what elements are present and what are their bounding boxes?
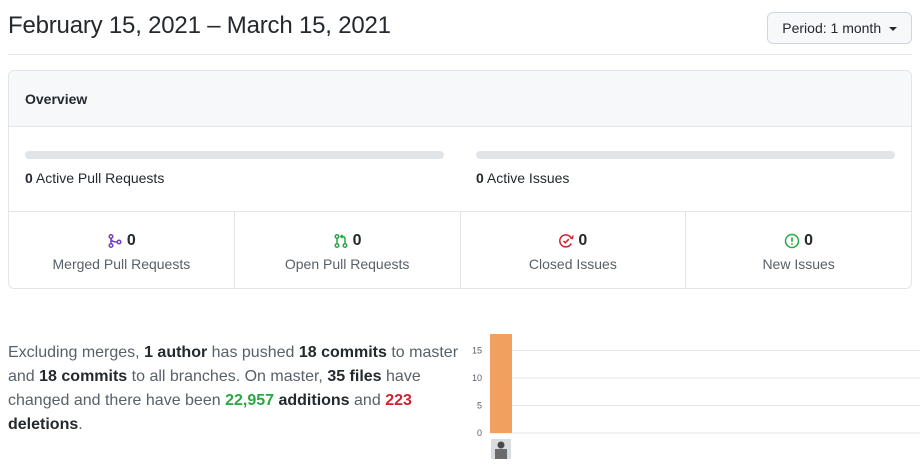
overview-title: Overview xyxy=(25,91,88,107)
overview-box: Overview 0 Active Pull Requests 0 Active… xyxy=(8,70,912,289)
additions-label: additions xyxy=(278,392,350,409)
open-pr-count: 0 xyxy=(352,232,362,249)
stat-open-pull-requests[interactable]: 0 Open Pull Requests xyxy=(235,212,461,288)
closed-issues-count: 0 xyxy=(578,232,588,249)
commit-summary-text: Excluding merges, 1 author has pushed 18… xyxy=(8,341,468,437)
summary-text: has pushed xyxy=(211,344,295,361)
new-issues-count: 0 xyxy=(804,232,814,249)
closed-issue-icon xyxy=(558,233,575,249)
open-pr-label: Open Pull Requests xyxy=(284,256,410,272)
activity-bars-row: 0 Active Pull Requests 0 Active Issues xyxy=(9,127,911,212)
authors-count: 1 author xyxy=(144,344,208,361)
y-tick-label: 5 xyxy=(477,401,482,411)
overview-header: Overview xyxy=(9,71,911,127)
stat-new-issues[interactable]: 0 New Issues xyxy=(686,212,911,288)
additions-count: 22,957 xyxy=(225,392,275,409)
merged-pr-icon xyxy=(107,233,123,249)
author-avatar[interactable] xyxy=(491,439,511,459)
stat-closed-issues[interactable]: 0 Closed Issues xyxy=(461,212,687,288)
period-label: Period: xyxy=(782,20,827,36)
open-pr-icon xyxy=(333,233,349,249)
summary-text: to all branches. On master, xyxy=(131,368,323,385)
deletions-label: deletions xyxy=(8,416,79,433)
summary-text: . xyxy=(78,416,83,433)
issues-progress-bar xyxy=(476,151,895,159)
commit-bar[interactable] xyxy=(490,334,512,433)
pull-requests-progress-bar xyxy=(25,151,444,159)
caret-down-icon xyxy=(889,27,897,32)
stat-merged-pull-requests[interactable]: 0 Merged Pull Requests xyxy=(9,212,235,288)
active-issues-summary[interactable]: 0 Active Issues xyxy=(476,170,569,186)
merged-pr-count: 0 xyxy=(126,232,136,249)
active-pull-requests-count: 0 xyxy=(25,170,33,186)
header: February 15, 2021 – March 15, 2021 Perio… xyxy=(8,0,912,55)
active-issues-count: 0 xyxy=(476,170,484,186)
y-tick-label: 0 xyxy=(477,428,482,438)
period-dropdown-button[interactable]: Period: 1 month xyxy=(767,12,912,44)
summary-text: Excluding merges, xyxy=(8,344,140,361)
period-value: 1 month xyxy=(830,20,882,36)
commits-master-count: 18 commits xyxy=(298,344,387,361)
new-issues-label: New Issues xyxy=(762,256,835,272)
new-issue-icon xyxy=(784,233,800,249)
y-tick-label: 10 xyxy=(472,373,482,383)
active-pull-requests-summary[interactable]: 0 Active Pull Requests xyxy=(25,170,164,186)
y-tick-label: 15 xyxy=(472,346,482,356)
stats-row: 0 Merged Pull Requests 0 Open Pull Reque… xyxy=(9,212,911,288)
closed-issues-label: Closed Issues xyxy=(528,256,617,272)
date-range-title: February 15, 2021 – March 15, 2021 xyxy=(8,12,391,39)
files-changed-count: 35 files xyxy=(327,368,382,385)
active-issues-label: Active Issues xyxy=(486,170,570,186)
deletions-count: 223 xyxy=(385,392,412,409)
active-pull-requests-label: Active Pull Requests xyxy=(35,170,165,186)
summary-text: and xyxy=(354,392,381,409)
merged-pr-label: Merged Pull Requests xyxy=(52,256,191,272)
commits-all-count: 18 commits xyxy=(39,368,128,385)
commits-by-author-chart: 0 5 10 15 xyxy=(472,334,920,459)
